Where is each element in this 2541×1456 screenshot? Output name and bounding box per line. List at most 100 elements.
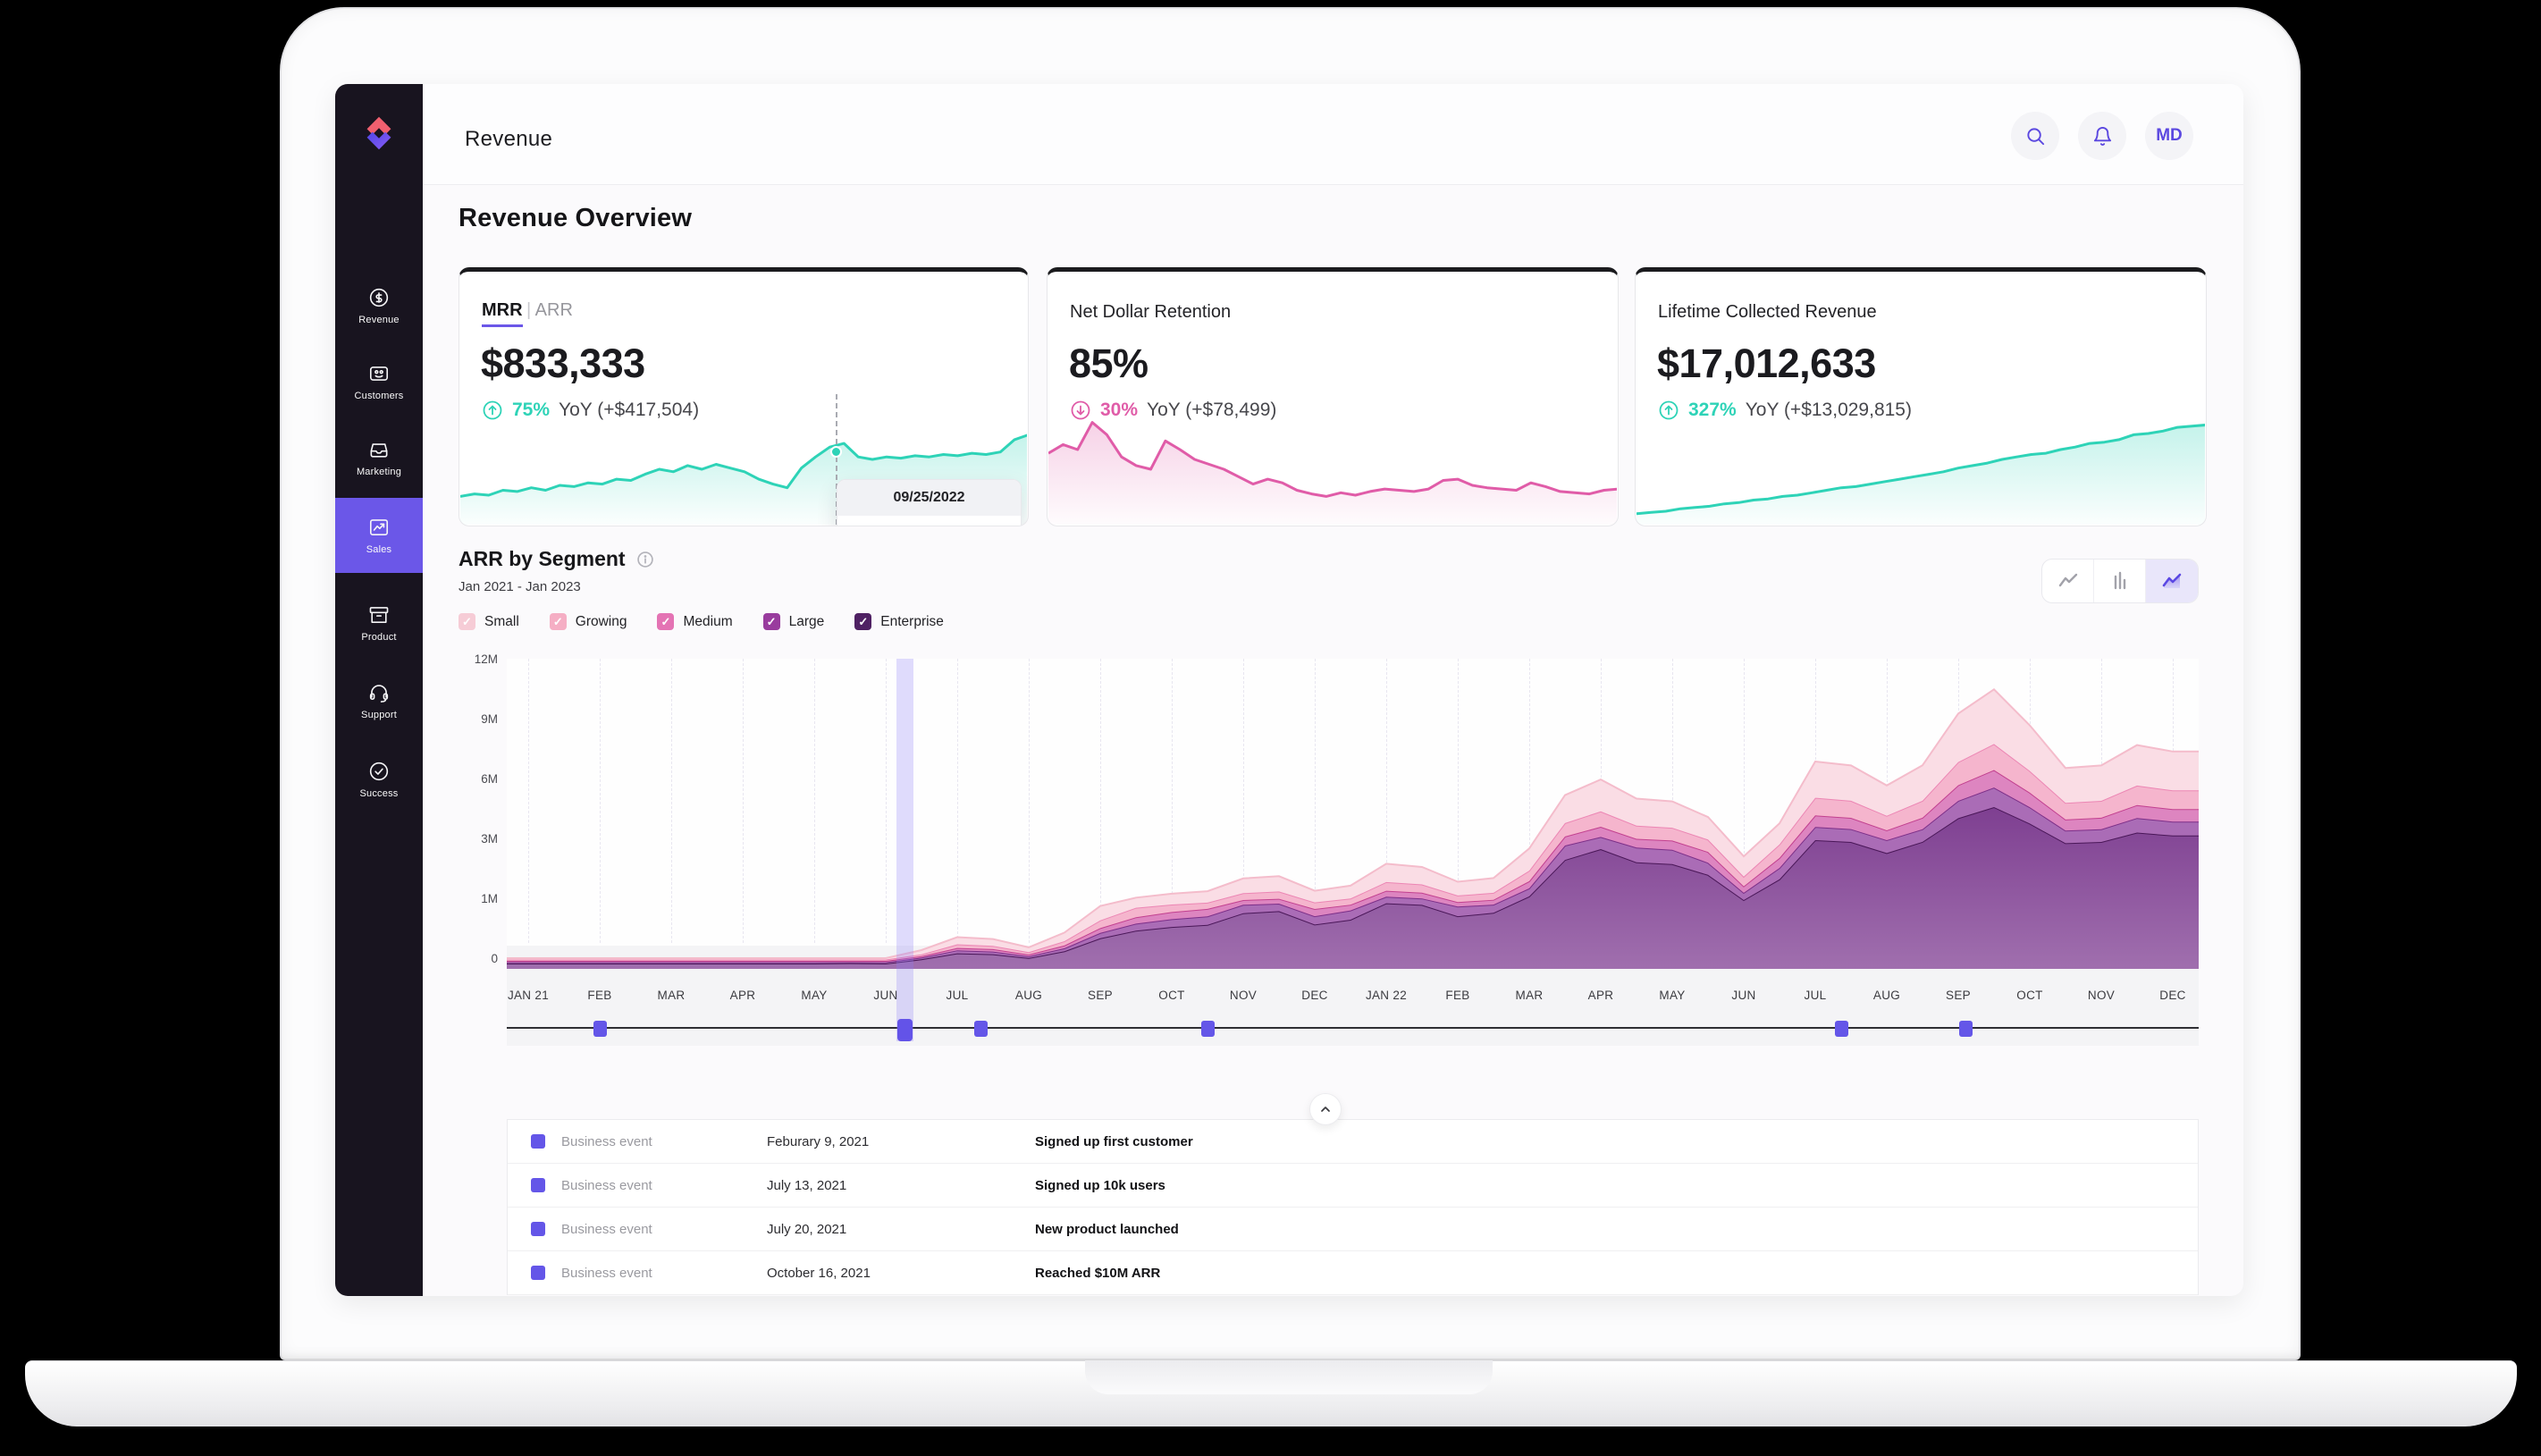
metric-card-ndr: Net Dollar Retention 85% 30% YoY (+$78,4… bbox=[1047, 267, 1619, 526]
sidebar-item-success[interactable]: Success bbox=[335, 742, 423, 817]
sidebar: Revenue Customers Marketing Sales Product Sup… bbox=[335, 84, 423, 1296]
event-square-icon bbox=[531, 1266, 545, 1280]
x-axis-label: DEC bbox=[1283, 989, 1346, 1002]
sidebar-item-revenue[interactable]: Revenue bbox=[335, 268, 423, 343]
event-type: Business event bbox=[561, 1134, 767, 1149]
x-axis-label: FEB bbox=[568, 989, 631, 1002]
support-icon bbox=[367, 681, 391, 704]
tab-mrr[interactable]: MRR bbox=[482, 300, 523, 327]
x-axis-label: NOV bbox=[2070, 989, 2133, 1002]
card-tabs: MRR | ARR bbox=[482, 300, 573, 321]
y-axis-label: 12M bbox=[433, 652, 498, 666]
timeline-selected-handle[interactable] bbox=[897, 1019, 913, 1041]
y-axis-label: 6M bbox=[433, 772, 498, 786]
checkbox-medium[interactable]: ✓ bbox=[657, 613, 674, 630]
x-axis-label: MAY bbox=[783, 989, 846, 1002]
x-axis-label: JUN bbox=[1712, 989, 1775, 1002]
x-axis-label: OCT bbox=[1140, 989, 1203, 1002]
stacked-area-chart[interactable] bbox=[507, 659, 2199, 971]
legend-item-small[interactable]: ✓Small bbox=[459, 613, 519, 630]
page-title: Revenue Overview bbox=[459, 204, 692, 233]
checkbox-small[interactable]: ✓ bbox=[459, 613, 475, 630]
event-marker[interactable] bbox=[974, 1021, 988, 1037]
event-marker[interactable] bbox=[1201, 1021, 1215, 1037]
x-axis-label: SEP bbox=[1927, 989, 1990, 1002]
search-button[interactable] bbox=[2011, 112, 2059, 160]
product-icon bbox=[367, 603, 391, 627]
event-date: October 16, 2021 bbox=[767, 1266, 1035, 1281]
chart-type-line-button[interactable] bbox=[2042, 560, 2094, 602]
legend-item-medium[interactable]: ✓Medium bbox=[657, 613, 732, 630]
x-axis-label: DEC bbox=[2141, 989, 2204, 1002]
y-axis-label: 3M bbox=[433, 832, 498, 846]
tooltip-value: MRR: $824,568 bbox=[837, 516, 1021, 526]
x-axis-label: OCT bbox=[1998, 989, 2061, 1002]
marketing-icon bbox=[367, 438, 391, 461]
checkbox-enterprise[interactable]: ✓ bbox=[854, 613, 871, 630]
sidebar-item-marketing[interactable]: Marketing bbox=[335, 420, 423, 495]
x-axis-label: APR bbox=[711, 989, 774, 1002]
x-axis-label: JAN 21 bbox=[497, 989, 560, 1002]
x-axis-label: JUL bbox=[1784, 989, 1847, 1002]
table-row[interactable]: Business eventFeburary 9, 2021Signed up … bbox=[508, 1120, 2198, 1164]
app-logo-icon[interactable] bbox=[358, 113, 400, 154]
event-type: Business event bbox=[561, 1178, 767, 1193]
sidebar-item-support[interactable]: Support bbox=[335, 663, 423, 738]
notifications-button[interactable] bbox=[2078, 112, 2126, 160]
metric-card-lifetime-revenue: Lifetime Collected Revenue $17,012,633 3… bbox=[1635, 267, 2207, 526]
x-axis-label: MAR bbox=[640, 989, 703, 1002]
info-icon[interactable] bbox=[636, 551, 654, 568]
tooltip-date: 09/25/2022 bbox=[837, 480, 1021, 516]
chart-type-area-button[interactable] bbox=[2146, 560, 2198, 602]
sidebar-item-label: Sales bbox=[366, 544, 392, 555]
business-events-table: Business eventFeburary 9, 2021Signed up … bbox=[507, 1119, 2199, 1295]
selected-period-highlight bbox=[896, 659, 913, 1041]
sidebar-item-product[interactable]: Product bbox=[335, 585, 423, 661]
bar-chart-icon bbox=[2108, 568, 2133, 593]
event-date: July 20, 2021 bbox=[767, 1222, 1035, 1237]
breadcrumb-title: Revenue bbox=[465, 127, 552, 152]
sidebar-item-label: Revenue bbox=[358, 315, 399, 325]
table-row[interactable]: Business eventJuly 13, 2021Signed up 10k… bbox=[508, 1164, 2198, 1208]
chart-type-bar-button[interactable] bbox=[2094, 560, 2146, 602]
event-date: July 13, 2021 bbox=[767, 1178, 1035, 1193]
metric-value: $833,333 bbox=[481, 341, 645, 387]
x-axis-label: MAY bbox=[1641, 989, 1704, 1002]
line-chart-icon bbox=[2056, 568, 2081, 593]
legend-label: Enterprise bbox=[880, 614, 944, 630]
event-marker[interactable] bbox=[1959, 1021, 1973, 1037]
x-axis-label: SEP bbox=[1069, 989, 1132, 1002]
legend-item-enterprise[interactable]: ✓ Enterprise bbox=[854, 613, 944, 630]
date-range: Jan 2021 - Jan 2023 bbox=[459, 579, 581, 594]
sidebar-item-sales[interactable]: Sales bbox=[335, 498, 423, 573]
revenue-icon bbox=[367, 286, 391, 309]
checkbox-large[interactable]: ✓ bbox=[763, 613, 780, 630]
y-axis-label: 0 bbox=[433, 952, 498, 965]
sidebar-item-customers[interactable]: Customers bbox=[335, 344, 423, 419]
sidebar-item-label: Product bbox=[361, 632, 396, 643]
timeline-scrubber[interactable] bbox=[507, 1027, 2199, 1029]
sidebar-item-label: Marketing bbox=[357, 467, 401, 477]
tab-separator: | bbox=[526, 300, 531, 320]
chart-tooltip: 09/25/2022 MRR: $824,568 bbox=[837, 479, 1022, 526]
legend-item-large[interactable]: ✓Large bbox=[763, 613, 825, 630]
table-row[interactable]: Business eventOctober 16, 2021Reached $1… bbox=[508, 1251, 2198, 1295]
x-axis-label: FEB bbox=[1426, 989, 1489, 1002]
metric-card-mrr: MRR | ARR $833,333 75% YoY (+$417,504) 0… bbox=[459, 267, 1029, 526]
search-icon bbox=[2025, 126, 2046, 147]
event-marker[interactable] bbox=[1835, 1021, 1848, 1037]
sidebar-item-label: Success bbox=[360, 788, 399, 799]
event-type: Business event bbox=[561, 1222, 767, 1237]
avatar[interactable]: MD bbox=[2145, 112, 2193, 160]
event-marker[interactable] bbox=[593, 1021, 607, 1037]
sales-icon bbox=[367, 516, 391, 539]
legend-item-growing[interactable]: ✓Growing bbox=[550, 613, 627, 630]
app-header bbox=[423, 84, 2243, 185]
laptop-trackpad-notch bbox=[1085, 1360, 1493, 1394]
checkbox-growing[interactable]: ✓ bbox=[550, 613, 567, 630]
laptop-mockup: Revenue MD Revenue Customers Marketing Sale… bbox=[0, 0, 2541, 1456]
table-row[interactable]: Business eventJuly 20, 2021New product l… bbox=[508, 1208, 2198, 1251]
tab-arr[interactable]: ARR bbox=[535, 300, 573, 320]
collapse-events-button[interactable] bbox=[1309, 1093, 1342, 1125]
chart-legend: ✓Small✓Growing✓Medium✓Large✓Enterprise bbox=[459, 613, 974, 630]
